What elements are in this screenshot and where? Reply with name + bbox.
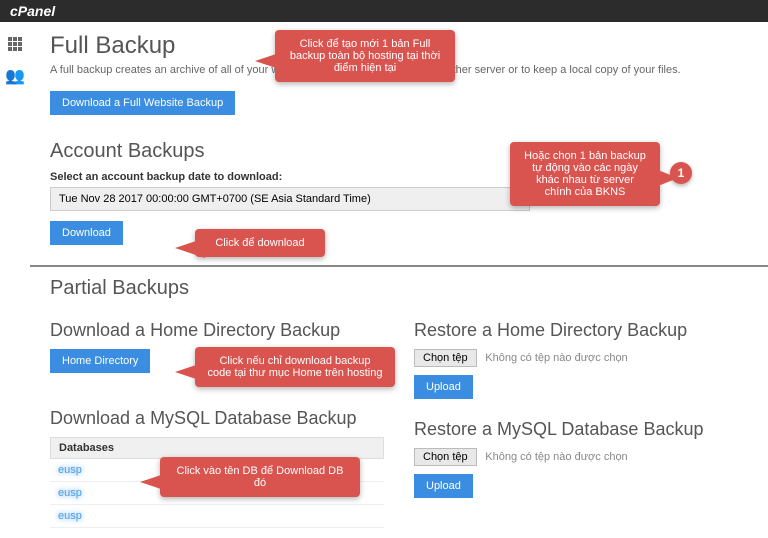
db-link[interactable]: eusp <box>58 464 82 476</box>
download-account-button[interactable]: Download <box>50 221 123 245</box>
sidebar: 👥 <box>0 22 30 538</box>
db-link[interactable]: eusp <box>58 487 82 499</box>
restore-home-title: Restore a Home Directory Backup <box>414 320 748 341</box>
backup-date-select[interactable]: Tue Nov 28 2017 00:00:00 GMT+0700 (SE As… <box>50 187 530 211</box>
brand-logo: cPanel <box>10 3 55 19</box>
apps-icon[interactable] <box>8 37 22 51</box>
main-content: Full Backup A full backup creates an arc… <box>30 22 768 538</box>
header-bar: cPanel <box>0 0 768 22</box>
download-full-backup-button[interactable]: Download a Full Website Backup <box>50 91 235 115</box>
home-directory-button[interactable]: Home Directory <box>50 349 150 373</box>
choose-file-button[interactable]: Chọn tệp <box>414 349 477 367</box>
db-row: eusp <box>50 505 384 528</box>
callout-account-backup: Hoặc chọn 1 bản backup tự động vào các n… <box>510 142 660 206</box>
callout-home-dir: Click nếu chỉ download backup code tại t… <box>195 347 395 387</box>
callout-download: Click để download <box>195 229 325 257</box>
download-home-title: Download a Home Directory Backup <box>50 320 384 341</box>
partial-backups-title: Partial Backups <box>50 277 748 300</box>
upload-home-button[interactable]: Upload <box>414 375 473 399</box>
db-table-header: Databases <box>50 437 384 459</box>
upload-mysql-button[interactable]: Upload <box>414 474 473 498</box>
users-icon[interactable]: 👥 <box>5 66 25 86</box>
callout-full-backup: Click để tạo mới 1 bản Full backup toàn … <box>275 30 455 82</box>
restore-mysql-title: Restore a MySQL Database Backup <box>414 419 748 440</box>
choose-file-button-2[interactable]: Chọn tệp <box>414 448 477 466</box>
no-file-text-2: Không có tệp nào được chọn <box>485 451 627 463</box>
db-link[interactable]: eusp <box>58 510 82 522</box>
download-mysql-title: Download a MySQL Database Backup <box>50 408 384 429</box>
no-file-text: Không có tệp nào được chọn <box>485 352 627 364</box>
callout-db: Click vào tên DB để Download DB đó <box>160 457 360 497</box>
